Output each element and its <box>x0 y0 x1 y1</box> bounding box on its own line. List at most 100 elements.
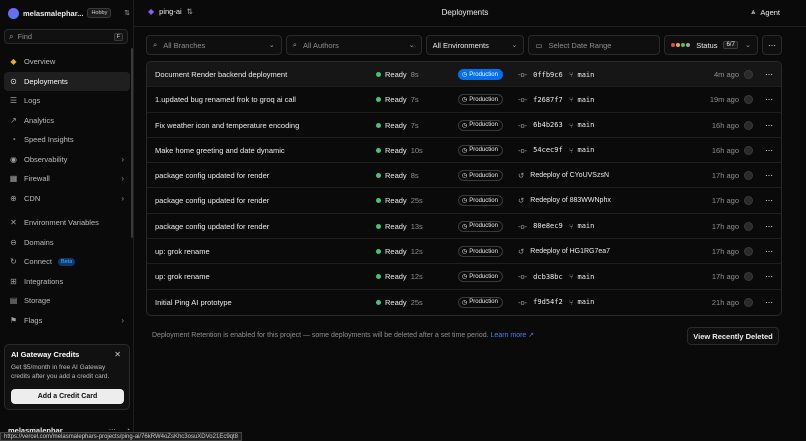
deployment-commit[interactable]: -o-dcb38bc <box>518 264 563 289</box>
deployment-title[interactable]: Initial Ping AI prototype <box>155 290 232 315</box>
more-icon[interactable]: ⋯ <box>765 163 773 188</box>
integrations-icon: ⊞ <box>10 276 17 286</box>
deployment-environment: ◷ Production <box>458 290 503 315</box>
sidebar-item-firewall[interactable]: ▦ Firewall › <box>4 169 130 189</box>
deployment-row[interactable]: package config updated for render Ready 13… <box>147 214 781 240</box>
status-count: 6/7 <box>723 41 738 49</box>
more-icon[interactable]: ⋯ <box>765 264 773 289</box>
sidebar-item-connect[interactable]: ↻ Connect Beta <box>4 252 130 272</box>
deployment-time: 19m ago <box>709 95 739 105</box>
deployment-title[interactable]: up: grok rename <box>155 264 210 289</box>
add-credit-card-button[interactable]: Add a Credit Card <box>11 389 124 404</box>
chevron-updown-icon[interactable]: ⇅ <box>124 9 130 17</box>
status-dot-icon <box>376 97 381 103</box>
filter-bar: ⌕ All Branches ⌄ ⌕ All Authors ⌄ All Env… <box>146 35 783 55</box>
deployment-row[interactable]: Document Render backend deployment Ready 8… <box>147 62 781 88</box>
sidebar-item-environment-variables[interactable]: ✕ Environment Variables <box>4 213 130 233</box>
sidebar-item-cdn[interactable]: ⊕ CDN › <box>4 189 130 209</box>
deployment-row[interactable]: up: grok rename Ready 12s ◷ Production ↺ Redep… <box>147 239 781 265</box>
deployment-branch[interactable]: ⑂ main <box>569 87 594 112</box>
team-switcher[interactable]: melasmalephar... Hobby ⇅ <box>8 6 130 20</box>
deployment-branch[interactable]: ⑂ main <box>569 290 594 315</box>
view-recently-deleted-button[interactable]: View Recently Deleted <box>687 327 779 345</box>
commit-icon: -o- <box>518 70 528 79</box>
sidebar-item-label: Environment Variables <box>24 218 99 228</box>
branch-icon: ⑂ <box>569 120 574 130</box>
deployment-environment: ◷ Production <box>458 239 503 264</box>
more-icon[interactable]: ⋯ <box>765 87 773 112</box>
sidebar-item-observability[interactable]: ◉ Observability › <box>4 150 130 170</box>
close-icon[interactable]: ✕ <box>114 350 121 359</box>
deployment-row[interactable]: package config updated for render Ready 25… <box>147 188 781 214</box>
sidebar-item-deployments[interactable]: ⊙ Deployments <box>4 71 130 91</box>
observability-icon: ◉ <box>10 154 17 164</box>
date-range-picker[interactable]: ▭ Select Date Range <box>528 35 661 55</box>
environment-icon: ◷ <box>462 173 468 180</box>
deployment-title[interactable]: Document Render backend deployment <box>155 62 287 87</box>
deployment-commit[interactable]: -o- 6b4b263 <box>518 113 563 138</box>
sidebar-item-storage[interactable]: ▤ Storage <box>4 291 130 311</box>
learn-more-link[interactable]: Learn more ↗ <box>491 332 535 339</box>
status-filter[interactable]: Status 6/7 ⌄ <box>664 35 759 55</box>
deployment-row[interactable]: 1.updated bug renamed frok to groq ai ca… <box>147 87 781 113</box>
deployment-row[interactable]: Make home greeting and date dynamic Ready… <box>147 138 781 164</box>
deployment-branch[interactable]: ⑂ main <box>569 214 594 239</box>
duration: 7s <box>410 95 419 105</box>
deployment-status: Ready 13s <box>376 214 423 239</box>
deployment-row[interactable]: package config updated for render Ready 8s… <box>147 163 781 189</box>
sidebar-item-label: Storage <box>24 296 51 306</box>
deployment-title[interactable]: up: grok rename <box>155 239 210 264</box>
deployment-commit[interactable]: -o-f9d54f2 <box>518 290 563 315</box>
sidebar-item-analytics[interactable]: ↗ Analytics <box>4 111 130 131</box>
sidebar-item-domains[interactable]: ⊖ Domains <box>4 233 130 253</box>
status-dot-error <box>671 43 676 47</box>
sidebar-scrollbar[interactable] <box>131 48 133 238</box>
status-text: Ready <box>385 70 407 79</box>
find-input[interactable]: ⌕ Find F <box>4 29 128 44</box>
deployment-branch[interactable]: ⑂ main <box>569 138 594 163</box>
more-icon[interactable]: ⋯ <box>765 188 773 213</box>
more-icon[interactable]: ⋯ <box>765 113 773 138</box>
sidebar-item-flags[interactable]: ⚑ Flags › <box>4 311 130 331</box>
deployment-commit[interactable]: -o- 0ffb9c6 <box>518 62 563 87</box>
deployment-commit[interactable]: -o-f2687f7 <box>518 87 563 112</box>
deployment-branch[interactable]: ⑂ main <box>569 62 594 87</box>
deployment-commit[interactable]: -o- 80e8ec9 <box>518 214 563 239</box>
deployment-title[interactable]: package config updated for render <box>155 188 269 213</box>
flags-icon: ⚑ <box>9 315 18 325</box>
deployment-title[interactable]: Fix weather icon and temperature encodin… <box>155 113 299 138</box>
deployment-title[interactable]: package config updated for render <box>155 214 269 239</box>
branches-filter[interactable]: ⌕ All Branches ⌄ <box>146 35 282 55</box>
more-icon[interactable]: ⋯ <box>765 290 773 315</box>
sidebar-item-integrations[interactable]: ⊞ Integrations <box>4 272 130 292</box>
more-icon[interactable]: ⋯ <box>765 138 773 163</box>
deployment-environment: ◷ Production <box>458 188 503 213</box>
authors-filter[interactable]: ⌕ All Authors ⌄ <box>285 35 422 55</box>
sidebar-item-speed-insights[interactable]: ◔ Speed Insights <box>4 130 130 150</box>
duration: 25s <box>410 297 423 307</box>
deployment-branch[interactable]: ⑂ main <box>569 264 594 289</box>
status-dots-icon <box>671 43 691 47</box>
deployment-commit[interactable]: ↺ Redeploy of CYoUVSzsN <box>518 163 609 188</box>
more-icon[interactable]: ⋯ <box>765 62 773 87</box>
deployment-commit[interactable]: ↺ Redeploy of HG1RG7ea7 <box>518 239 610 264</box>
sidebar-item-overview[interactable]: ◆ Overview <box>4 52 130 72</box>
more-icon[interactable]: ⋯ <box>765 214 773 239</box>
sidebar-item-logs[interactable]: ☰ Logs <box>4 91 130 111</box>
deployment-commit[interactable]: -o- 54cec9f <box>518 138 563 163</box>
deployment-row[interactable]: up: grok rename Ready 12s ◷ Production -o-dcb… <box>147 264 781 290</box>
more-options-button[interactable]: ⋯ <box>762 35 783 55</box>
deployment-row[interactable]: Initial Ping AI prototype Ready 25s ◷ Produc… <box>147 290 781 315</box>
deployment-title[interactable]: package config updated for render <box>155 163 269 188</box>
deployment-row[interactable]: Fix weather icon and temperature encodin… <box>147 113 781 138</box>
redeploy-icon: ↺ <box>518 247 525 257</box>
deployment-branch[interactable]: ⑂ main <box>569 113 594 138</box>
status-dot-icon <box>376 147 381 153</box>
deployment-title[interactable]: Make home greeting and date dynamic <box>155 138 285 163</box>
agent-button[interactable]: ⩓ Agent <box>751 7 780 17</box>
deployment-title[interactable]: 1.updated bug renamed frok to groq ai ca… <box>155 87 296 112</box>
more-icon[interactable]: ⋯ <box>765 239 773 264</box>
deployment-environment: ◷ Production <box>458 264 503 289</box>
environments-select[interactable]: All Environments ⌄ <box>425 35 525 55</box>
deployment-commit[interactable]: ↺ Redeploy of 883WWNphx <box>518 188 611 213</box>
